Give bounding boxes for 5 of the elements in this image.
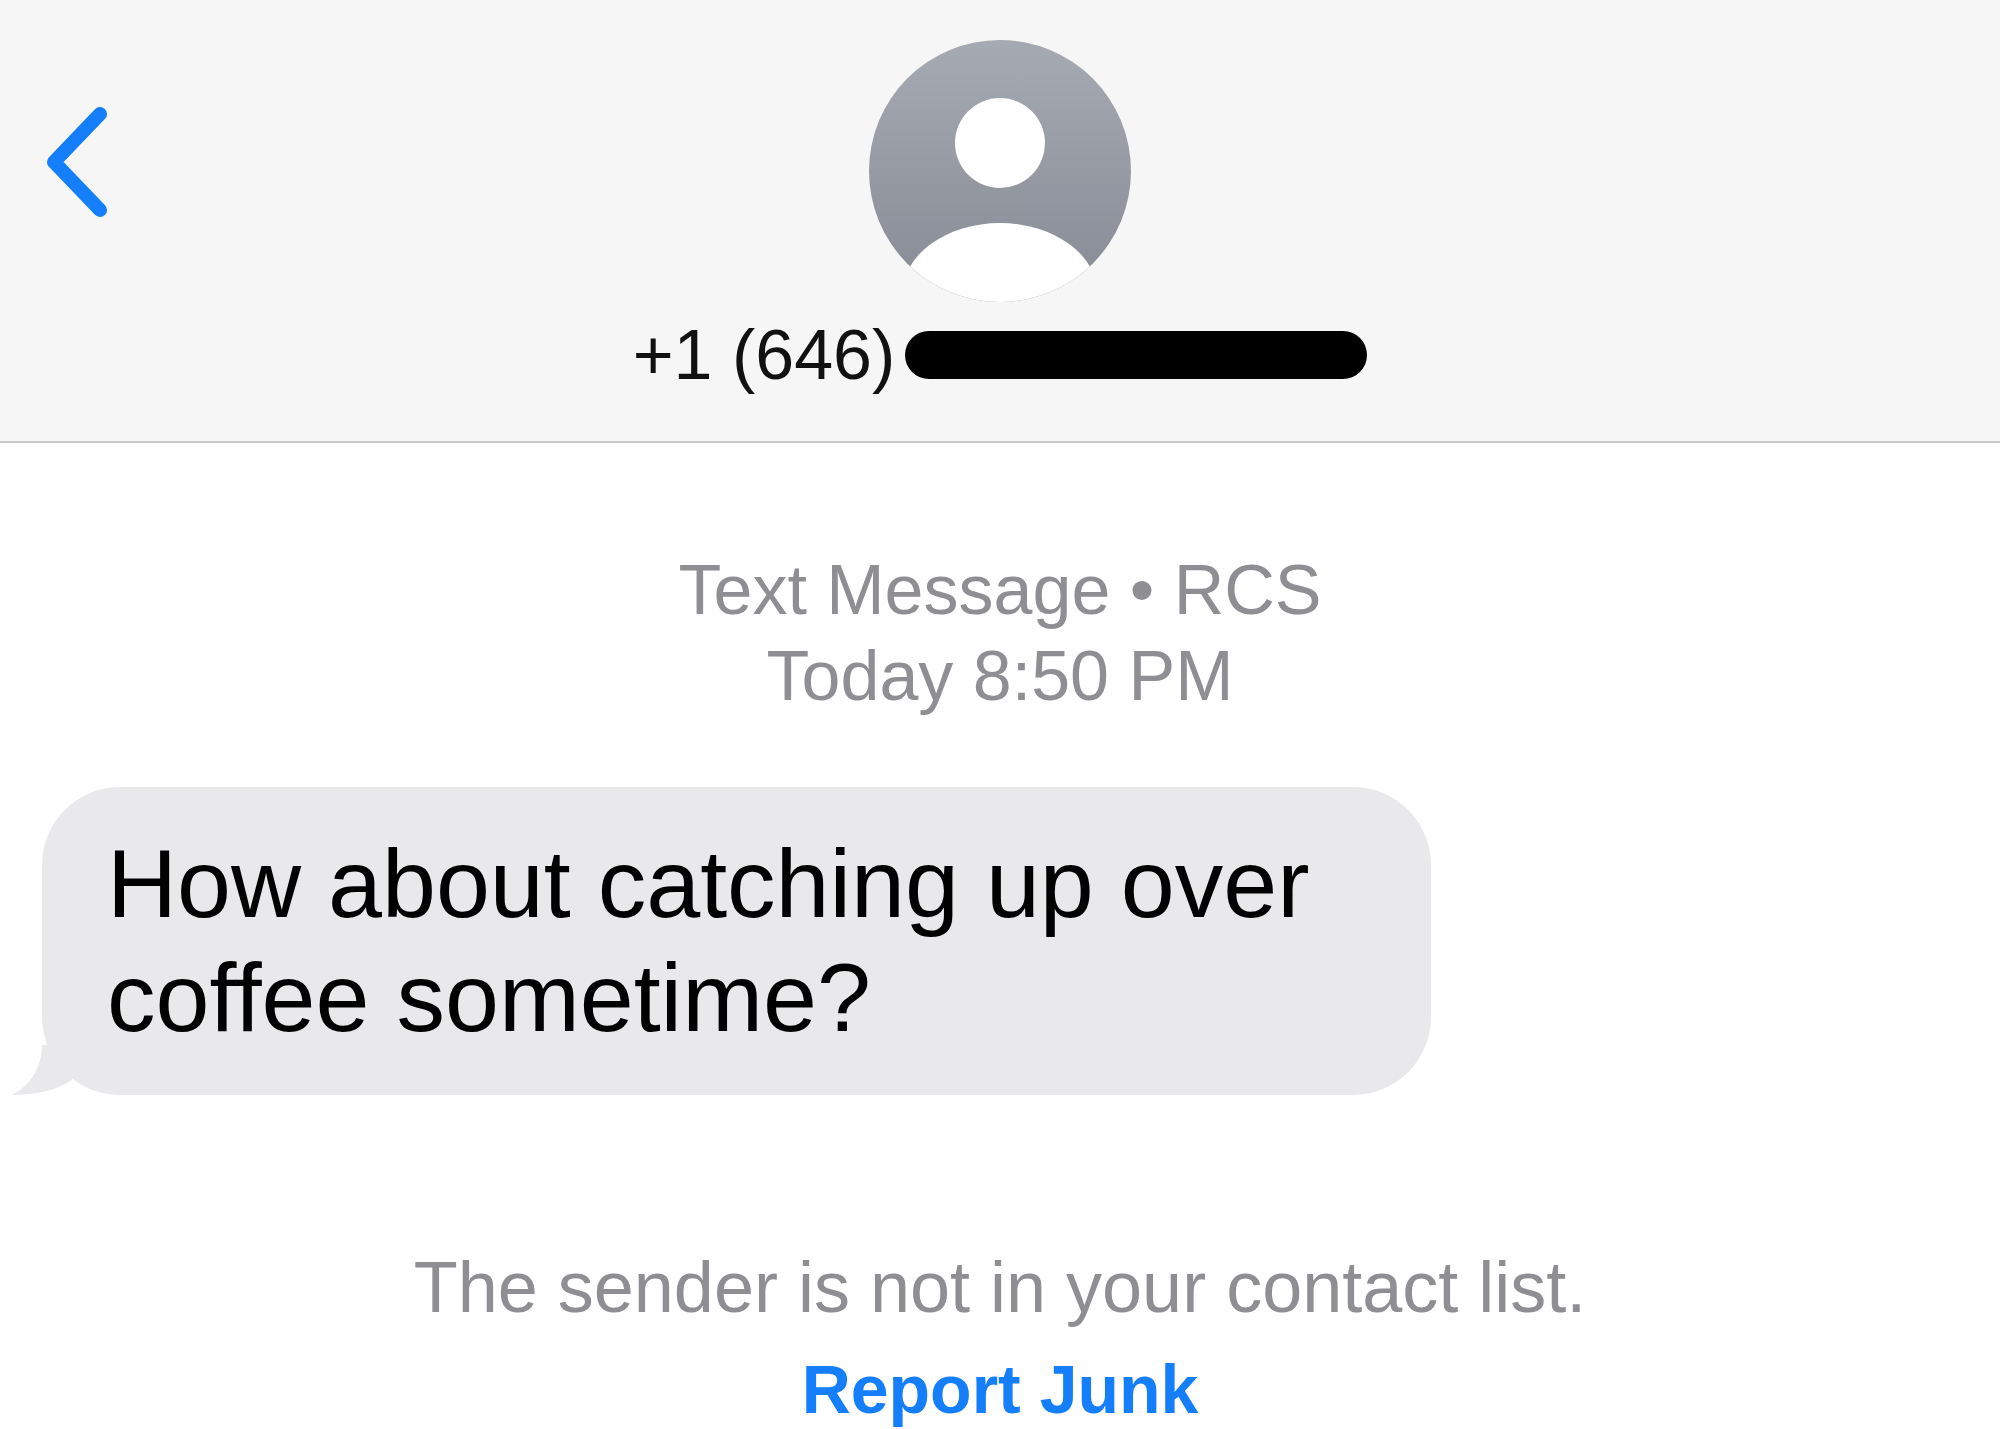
message-timestamp: Today 8:50 PM (766, 636, 1234, 717)
service-label: Text Message • RCS (678, 550, 1322, 631)
unknown-sender-notice: The sender is not in your contact list. (413, 1246, 1587, 1329)
report-junk-link[interactable]: Report Junk (801, 1349, 1199, 1429)
message-bubble: How about catching up over coffee sometime? (42, 787, 1431, 1095)
